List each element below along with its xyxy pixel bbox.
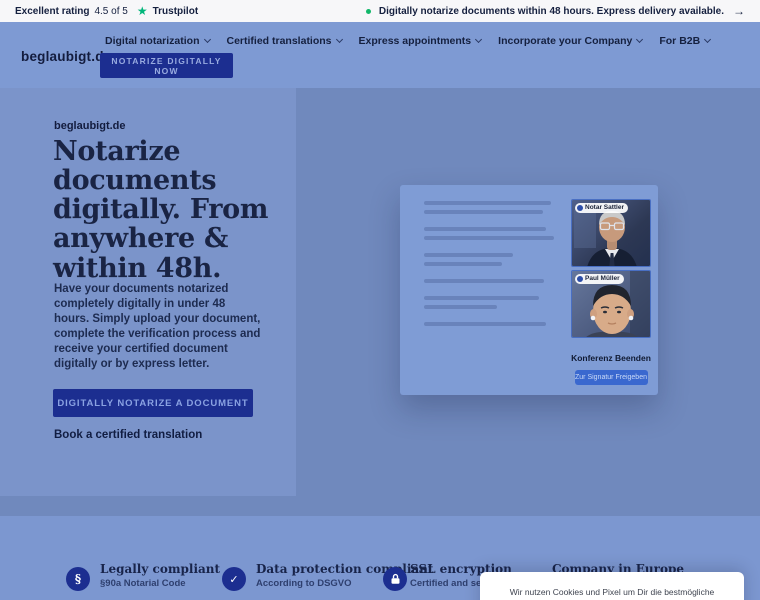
end-conference-label: Konferenz Beenden (571, 353, 651, 363)
rating-label: Excellent rating (15, 5, 90, 17)
arrow-right-icon: → (733, 4, 745, 18)
avatar-icon (577, 205, 583, 212)
badge-data-protection: Data protection compliant According to D… (256, 562, 434, 589)
shield-check-icon: ✓ (222, 567, 246, 591)
book-translation-link[interactable]: Book a certified translation (54, 429, 202, 441)
chevron-down-icon (475, 35, 483, 44)
nav-menu: Digital notarization Certified translati… (105, 35, 712, 47)
cookie-text: Wir nutzen Cookies und Pixel um Dir die … (509, 587, 715, 597)
cookie-banner: Wir nutzen Cookies und Pixel um Dir die … (480, 572, 744, 600)
chevron-down-icon (704, 35, 712, 44)
avatar-icon (577, 276, 583, 283)
participant-name-chip: Paul Müller (575, 274, 624, 285)
nav-item-incorporate-company[interactable]: Incorporate your Company (498, 35, 644, 47)
notarize-now-button[interactable]: NOTARIZE DIGITALLY NOW (100, 53, 233, 78)
trustpilot-label: Trustpilot (152, 5, 199, 17)
nav-item-certified-translations[interactable]: Certified translations (227, 35, 343, 47)
chevron-down-icon (335, 35, 343, 44)
nav-item-digital-notarization[interactable]: Digital notarization (105, 35, 211, 47)
chevron-down-icon (203, 35, 211, 44)
hero-section: beglaubigt.de Notarize documents digital… (0, 88, 760, 516)
green-dot-icon (365, 8, 371, 14)
paragraph-icon: § (66, 567, 90, 591)
logo[interactable]: beglaubigt.de (21, 49, 111, 64)
hero-eyebrow: beglaubigt.de (54, 120, 126, 132)
participant-name-chip: Notar Sattler (575, 203, 629, 214)
lock-icon (383, 567, 407, 591)
main-nav: beglaubigt.de Digital notarization Certi… (0, 22, 760, 88)
announcement-bar: Excellent rating 4.5 of 5 ★ Trustpilot D… (0, 0, 760, 22)
promo-banner-link[interactable]: Digitally notarize documents within 48 h… (365, 4, 745, 18)
digitally-notarize-button[interactable]: DIGITALLY NOTARIZE A DOCUMENT (53, 389, 253, 417)
rating-score: 4.5 of 5 (94, 5, 128, 17)
participant-video-client: Paul Müller (571, 270, 651, 338)
chevron-down-icon (636, 35, 644, 44)
badge-legally-compliant: Legally compliant §90a Notarial Code (100, 562, 221, 589)
promo-text: Digitally notarize documents within 48 h… (378, 5, 724, 17)
hero-heading: Notarize documents digitally. From anywh… (53, 136, 269, 284)
conference-column: Notar Sattler Paul Müller Konferenz Been… (571, 199, 651, 385)
beglaubigt-landing-page: Excellent rating 4.5 of 5 ★ Trustpilot D… (0, 0, 760, 600)
participant-video-notary: Notar Sattler (571, 199, 651, 267)
nav-item-express-appointments[interactable]: Express appointments (359, 35, 483, 47)
document-preview (424, 199, 559, 385)
hero-description: Have your documents notarized completely… (54, 283, 261, 370)
trustpilot-rating[interactable]: Excellent rating 4.5 of 5 ★ Trustpilot (15, 5, 198, 17)
conference-mockup-card: Notar Sattler Paul Müller Konferenz Been… (400, 185, 658, 395)
trustpilot-star-icon: ★ (136, 4, 148, 18)
release-signature-button: Zur Signatur Freigeben (574, 370, 648, 385)
nav-item-for-b2b[interactable]: For B2B (659, 35, 712, 47)
